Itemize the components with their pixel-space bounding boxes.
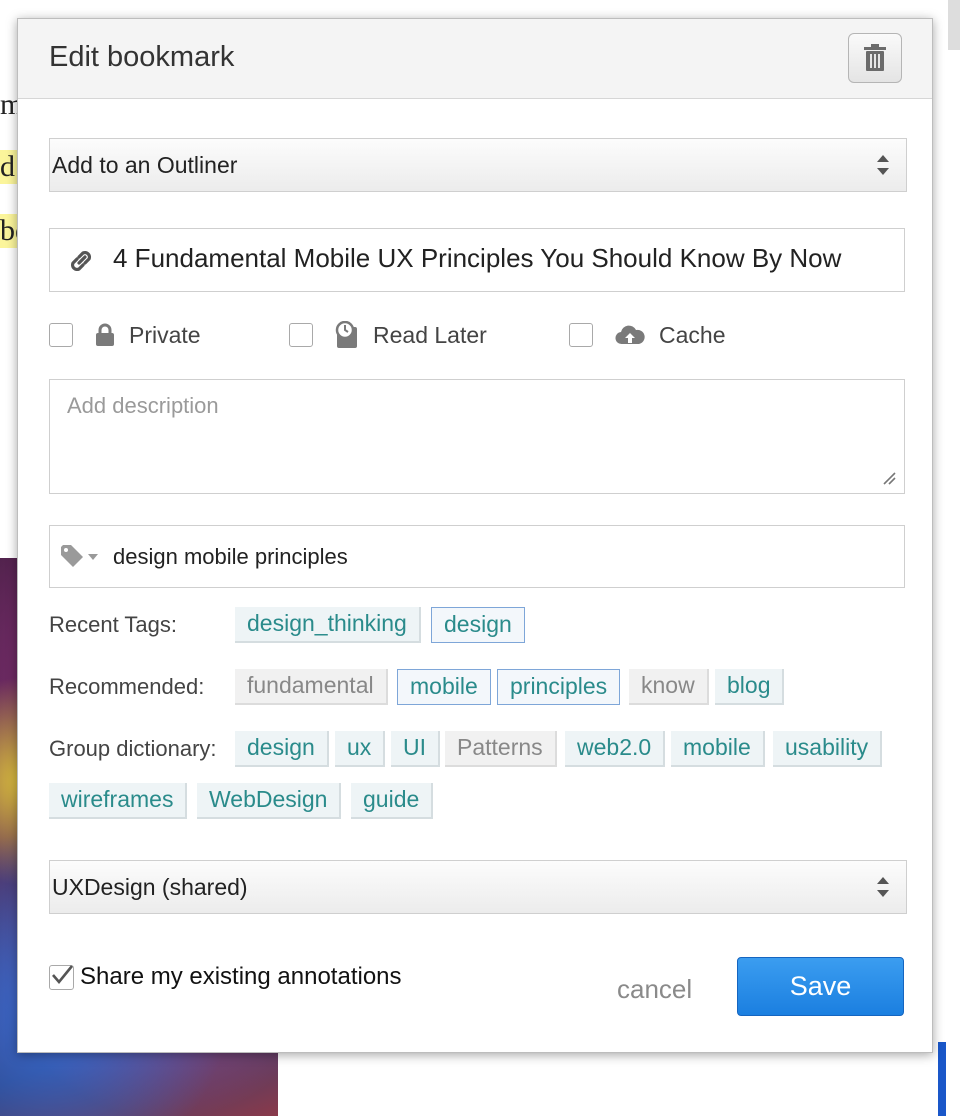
recent-tag[interactable]: design_thinking [235, 607, 421, 643]
group-select-value: UXDesign (shared) [52, 873, 248, 900]
cancel-button[interactable]: cancel [617, 974, 692, 1005]
private-option[interactable]: Private [49, 319, 201, 351]
cloud-upload-icon [615, 324, 645, 346]
tags-input[interactable]: design mobile principles [49, 525, 905, 588]
outliner-select-value: Add to an Outliner [52, 151, 238, 178]
link-icon [70, 250, 92, 272]
recent-tag-selected[interactable]: design [431, 607, 525, 643]
group-tag[interactable]: web2.0 [565, 731, 666, 767]
delete-bookmark-button[interactable] [848, 33, 902, 83]
tags-value: design mobile principles [113, 544, 348, 569]
description-placeholder: Add description [67, 393, 219, 418]
read-later-checkbox[interactable] [289, 323, 313, 347]
background-blue-bar [938, 1042, 946, 1116]
group-tag[interactable]: wireframes [49, 783, 188, 819]
recommended-label: Recommended: [49, 674, 205, 699]
group-tag[interactable]: WebDesign [197, 783, 342, 819]
recommended-tag[interactable]: blog [715, 669, 785, 705]
recent-tags-label: Recent Tags: [49, 612, 178, 637]
select-arrows-icon [877, 155, 889, 175]
recommended-tags-row: Recommended: fundamental mobile principl… [49, 669, 909, 705]
dialog-title: Edit bookmark [49, 41, 235, 73]
cache-label: Cache [659, 321, 726, 348]
group-tag[interactable]: usability [773, 731, 883, 767]
checkmark-icon [52, 964, 74, 984]
share-annotations-label: Share my existing annotations [80, 963, 402, 990]
group-select[interactable]: UXDesign (shared) [49, 860, 907, 914]
group-tag[interactable]: Patterns [445, 731, 557, 767]
group-tag[interactable]: UI [391, 731, 440, 767]
edit-bookmark-dialog: Edit bookmark Add to an Outliner 4 Funda… [17, 18, 933, 1053]
read-later-label: Read Later [373, 321, 487, 348]
select-arrows-icon [877, 877, 889, 897]
bookmark-title-input[interactable]: 4 Fundamental Mobile UX Principles You S… [49, 228, 905, 292]
lock-icon [95, 323, 115, 347]
group-tag[interactable]: mobile [671, 731, 765, 767]
save-button[interactable]: Save [737, 957, 904, 1016]
clock-icon [335, 321, 359, 349]
group-tag[interactable]: ux [335, 731, 386, 767]
outliner-select[interactable]: Add to an Outliner [49, 138, 907, 192]
share-annotations-option[interactable]: Share my existing annotations [49, 963, 402, 991]
page-scrollbar [948, 0, 960, 50]
recommended-tag[interactable]: fundamental [235, 669, 388, 705]
bookmark-title-value: 4 Fundamental Mobile UX Principles You S… [113, 243, 842, 273]
group-dictionary-row-2: wireframes WebDesign guide [49, 783, 909, 819]
group-tag[interactable]: guide [351, 783, 434, 819]
recommended-tag[interactable]: know [629, 669, 709, 705]
resize-handle-icon[interactable] [882, 471, 896, 485]
recommended-tag-selected[interactable]: principles [497, 669, 621, 705]
description-textarea[interactable]: Add description [49, 379, 905, 494]
group-tag[interactable]: design [235, 731, 329, 767]
cache-option[interactable]: Cache [569, 319, 725, 351]
dialog-header: Edit bookmark [18, 19, 932, 99]
bookmark-options: Private Read Later Cache [49, 319, 909, 351]
share-annotations-checkbox[interactable] [49, 964, 74, 990]
recent-tags-row: Recent Tags: design_thinking design [49, 607, 909, 643]
recommended-tag-selected[interactable]: mobile [397, 669, 491, 705]
private-label: Private [129, 321, 201, 348]
group-dictionary-row: Group dictionary: design ux UI Patterns … [49, 731, 909, 767]
cache-checkbox[interactable] [569, 323, 593, 347]
read-later-option[interactable]: Read Later [289, 319, 487, 351]
tag-icon [61, 545, 98, 567]
group-dictionary-label: Group dictionary: [49, 736, 217, 761]
trash-icon [864, 44, 886, 71]
private-checkbox[interactable] [49, 323, 73, 347]
